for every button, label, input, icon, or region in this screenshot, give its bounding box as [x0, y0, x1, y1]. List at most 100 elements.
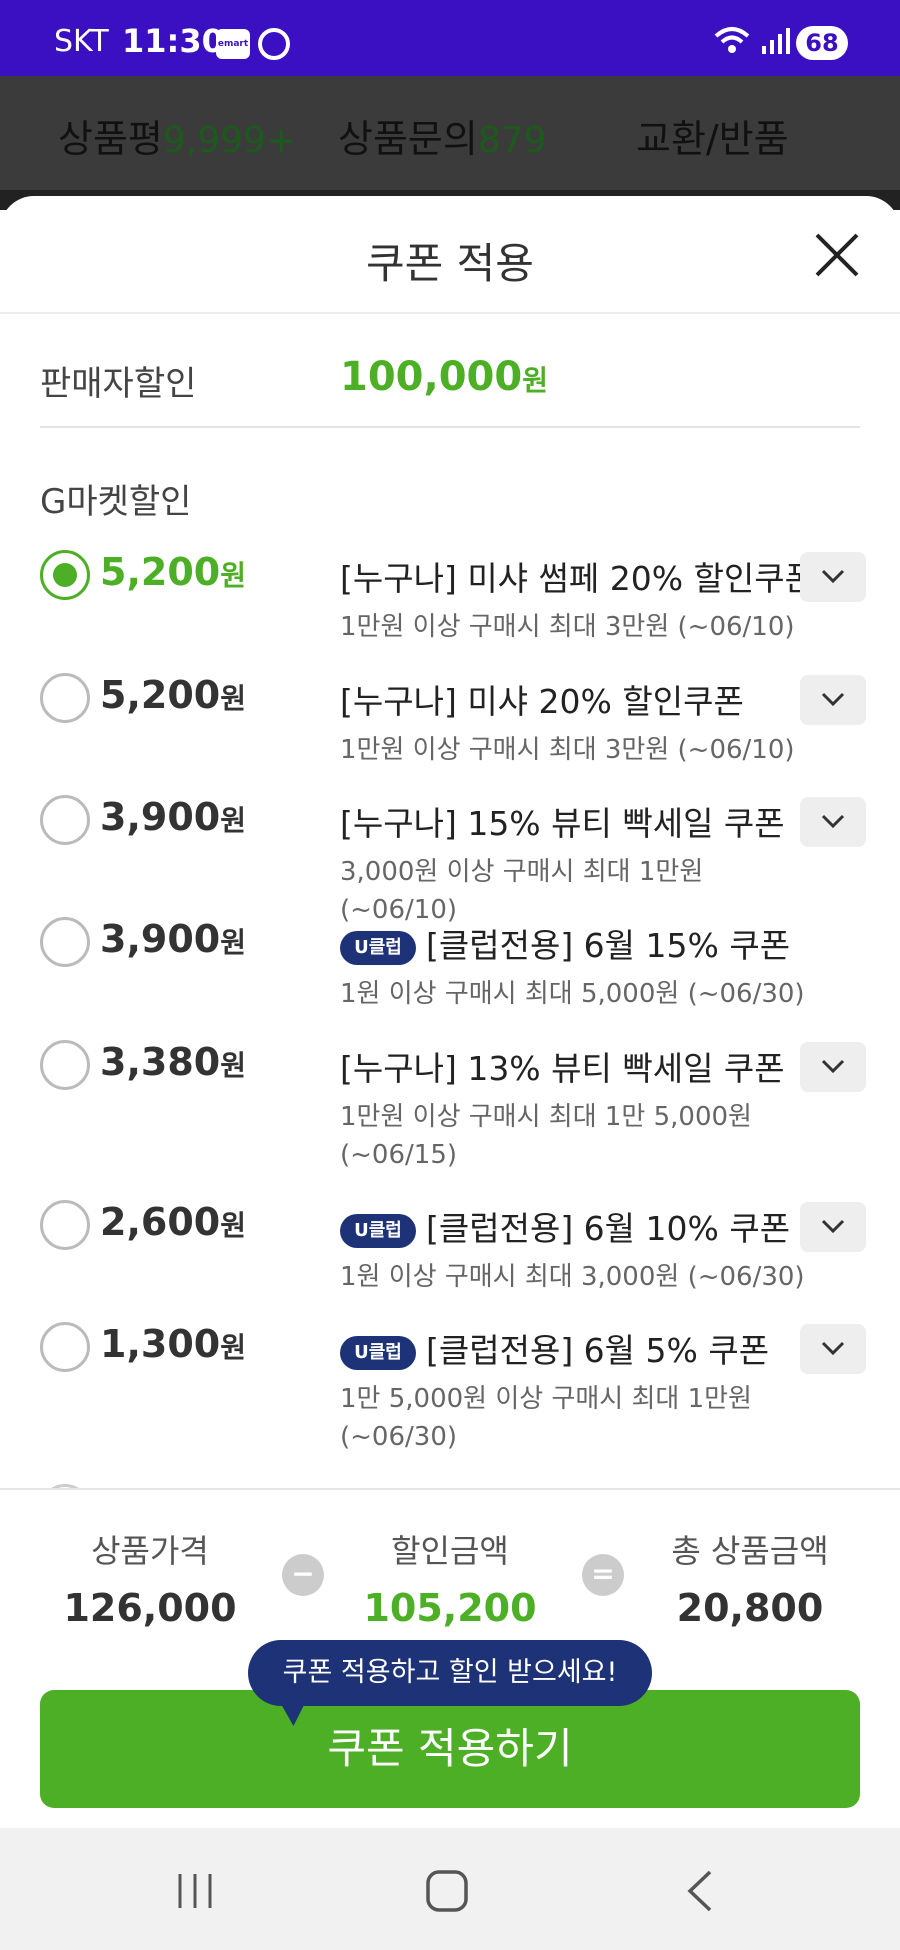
navigation-bar	[0, 1828, 900, 1950]
coupon-name: [누구나] 13% 뷰티 빡세일 쿠폰	[340, 1042, 785, 1090]
carrier-label: SKT	[54, 24, 109, 59]
coupon-name: U클럽 [클럽전용] 6월 5% 쿠폰	[340, 1324, 769, 1372]
coupon-expand-button[interactable]	[800, 675, 866, 725]
coupon-expand-button[interactable]	[800, 1324, 866, 1374]
coupon-name-text: [누구나] 13% 뷰티 빡세일 쿠폰	[340, 1049, 785, 1088]
home-icon[interactable]	[422, 1868, 472, 1914]
coupon-expand-button[interactable]	[800, 1202, 866, 1252]
coupon-amount: 5,200원	[100, 550, 246, 594]
chevron-down-icon	[821, 1341, 845, 1356]
chevron-down-icon	[821, 692, 845, 707]
coupon-amount-unit: 원	[220, 1331, 246, 1364]
recent-apps-icon[interactable]	[170, 1868, 220, 1914]
coupon-name: U클럽 [클럽전용] 6월 10% 쿠폰	[340, 1202, 790, 1250]
battery-indicator: 68	[796, 26, 848, 60]
back-icon[interactable]	[676, 1868, 726, 1914]
tab-reviews-count: 9,999+	[162, 120, 297, 161]
coupon-amount: 5,200원	[100, 673, 246, 717]
coupon-amount-value: 5,200	[100, 550, 221, 594]
coupon-condition: 3,000원 이상 구매시 최대 1만원 (~06/10)	[340, 857, 704, 925]
discount-total-label: 할인금액	[391, 1532, 509, 1570]
uclub-badge: U클럽	[340, 931, 416, 965]
coupon-expand-button[interactable]	[800, 1042, 866, 1092]
final-price-label: 총 상품금액	[671, 1532, 829, 1570]
tab-exchange-label: 교환/반품	[636, 117, 789, 161]
seller-discount-label: 판매자할인	[40, 364, 197, 404]
emart-icon: emart	[216, 29, 250, 59]
seller-discount-row: 판매자할인 100,000원	[40, 354, 860, 428]
tab-reviews: 상품평9,999+	[58, 108, 296, 163]
coupon-expand-button[interactable]	[800, 552, 866, 602]
minus-icon: −	[282, 1554, 324, 1596]
uclub-badge: U클럽	[340, 1336, 416, 1370]
clock: 11:30	[122, 22, 224, 60]
tab-questions-count: 879	[477, 120, 547, 161]
coupon-amount: 3,380원	[100, 1040, 246, 1084]
wifi-icon	[714, 27, 750, 53]
coupon-name: [누구나] 미샤 썸페 20% 할인쿠폰	[340, 552, 815, 600]
coupon-name: [누구나] 미샤 20% 할인쿠폰	[340, 675, 744, 723]
product-tabs-dimmed: 상품평9,999+ 상품문의879 교환/반품	[0, 76, 900, 190]
chevron-down-icon	[821, 814, 845, 829]
final-price-value: 20,800	[676, 1586, 824, 1630]
signal-icon	[762, 28, 790, 54]
coupon-amount: 3,900원	[100, 795, 246, 839]
coupon-amount-value: 3,900	[100, 917, 221, 961]
chevron-down-icon	[821, 1059, 845, 1074]
coupon-name: [누구나] 15% 뷰티 빡세일 쿠폰	[340, 797, 785, 845]
coupon-condition: 1원 이상 구매시 최대 5,000원 (~06/30)	[340, 979, 805, 1009]
seller-discount-amount: 100,000원	[340, 354, 548, 400]
discount-total-value: 105,200	[363, 1586, 537, 1630]
coupon-condition: 1만원 이상 구매시 최대 3만원 (~06/10)	[340, 612, 795, 642]
coupon-amount: 1,300원	[100, 1322, 246, 1366]
tab-questions: 상품문의879	[338, 108, 547, 163]
coupon-radio[interactable]	[40, 673, 90, 723]
coupon-amount-unit: 원	[220, 682, 246, 715]
coupon-name-text: [누구나] 15% 뷰티 빡세일 쿠폰	[340, 804, 785, 843]
sheet-header: 쿠폰 적용	[0, 196, 900, 314]
tab-reviews-label: 상품평	[58, 117, 163, 161]
coupon-condition: 1만 5,000원 이상 구매시 최대 1만원 (~06/30)	[340, 1384, 752, 1452]
coupon-condition: 1만원 이상 구매시 최대 3만원 (~06/10)	[340, 735, 795, 765]
coupon-radio[interactable]	[40, 795, 90, 845]
coupon-amount-unit: 원	[220, 1209, 246, 1242]
apply-coupon-button[interactable]: 쿠폰 적용하기	[40, 1690, 860, 1808]
coupon-name-text: [클럽전용] 6월 15% 쿠폰	[426, 926, 791, 965]
coupon-name-text: [누구나] 미샤 20% 할인쿠폰	[340, 682, 744, 721]
coupon-name-text: [클럽전용] 6월 5% 쿠폰	[426, 1331, 770, 1370]
coupon-amount-unit: 원	[220, 559, 246, 592]
coupon-radio[interactable]	[40, 917, 90, 967]
final-price: 총 상품금액 20,800	[630, 1526, 870, 1630]
coupon-name: U클럽 [클럽전용] 6월 15% 쿠폰	[340, 919, 790, 967]
coupon-condition: 1원 이상 구매시 최대 3,000원 (~06/30)	[340, 1262, 805, 1292]
chevron-down-icon	[821, 569, 845, 584]
coupon-amount-value: 5,200	[100, 673, 221, 717]
coupon-radio[interactable]	[40, 1040, 90, 1090]
product-price: 상품가격 126,000	[30, 1526, 270, 1630]
chevron-down-icon	[821, 1219, 845, 1234]
close-icon[interactable]	[812, 230, 862, 280]
sheet-title: 쿠폰 적용	[366, 239, 534, 288]
coupon-name-text: [클럽전용] 6월 10% 쿠폰	[426, 1209, 791, 1248]
coupon-condition: 1만원 이상 구매시 최대 1만 5,000원 (~06/15)	[340, 1102, 752, 1170]
tab-exchange-return: 교환/반품	[636, 108, 789, 163]
seller-discount-unit: 원	[522, 364, 548, 397]
coupon-amount-value: 2,600	[100, 1200, 221, 1244]
coupon-amount-unit: 원	[220, 1049, 246, 1082]
coupon-amount: 2,600원	[100, 1200, 246, 1244]
coupon-amount: 3,900원	[100, 917, 246, 961]
seller-discount-value: 100,000	[340, 354, 523, 400]
product-price-label: 상품가격	[91, 1532, 209, 1570]
gmarket-discount-label: G마켓할인	[40, 482, 192, 522]
coupon-amount-value: 3,380	[100, 1040, 221, 1084]
coupon-radio[interactable]	[40, 550, 90, 600]
coupon-radio[interactable]	[40, 1322, 90, 1372]
coupon-amount-unit: 원	[220, 804, 246, 837]
coupon-sheet: 쿠폰 적용 판매자할인 100,000원 G마켓할인 5,200원 [누구나] 미…	[0, 196, 900, 1828]
coupon-radio[interactable]	[40, 1200, 90, 1250]
coupon-name-text: [누구나] 미샤 썸페 20% 할인쿠폰	[340, 559, 816, 598]
coupon-expand-button[interactable]	[800, 797, 866, 847]
camera-icon	[258, 28, 290, 60]
coupon-amount-unit: 원	[220, 926, 246, 959]
product-price-value: 126,000	[63, 1586, 237, 1630]
